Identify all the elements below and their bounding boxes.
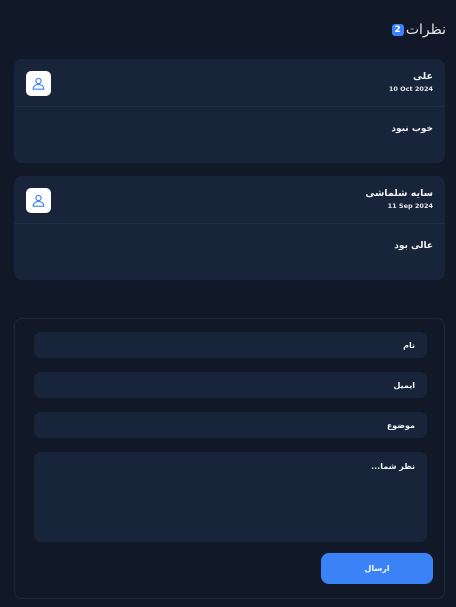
comments-title: نظرات (405, 22, 446, 38)
comments-header: نظرات 2 (391, 22, 446, 38)
comment-card: علی 10 Oct 2024 خوب نبود (14, 59, 445, 163)
comment-divider (14, 106, 445, 107)
avatar (26, 71, 51, 96)
email-input[interactable] (34, 372, 427, 398)
avatar (26, 188, 51, 213)
comment-text: خوب نبود (391, 124, 433, 134)
message-textarea[interactable] (34, 452, 427, 542)
comment-text: عالی بود (394, 241, 433, 251)
user-icon (32, 77, 45, 90)
user-icon (32, 194, 45, 207)
comment-author: سایه شلماشی (365, 188, 433, 199)
comment-author: علی (413, 71, 433, 82)
comment-card: سایه شلماشی 11 Sep 2024 عالی بود (14, 176, 445, 280)
subject-input[interactable] (34, 412, 427, 438)
comment-date: 11 Sep 2024 (387, 202, 433, 210)
submit-button[interactable]: ارسال (321, 553, 433, 584)
comment-divider (14, 223, 445, 224)
comments-count-badge: 2 (391, 24, 404, 36)
comment-date: 10 Oct 2024 (388, 85, 433, 93)
name-input[interactable] (34, 332, 427, 358)
comment-form: ارسال (14, 318, 445, 599)
